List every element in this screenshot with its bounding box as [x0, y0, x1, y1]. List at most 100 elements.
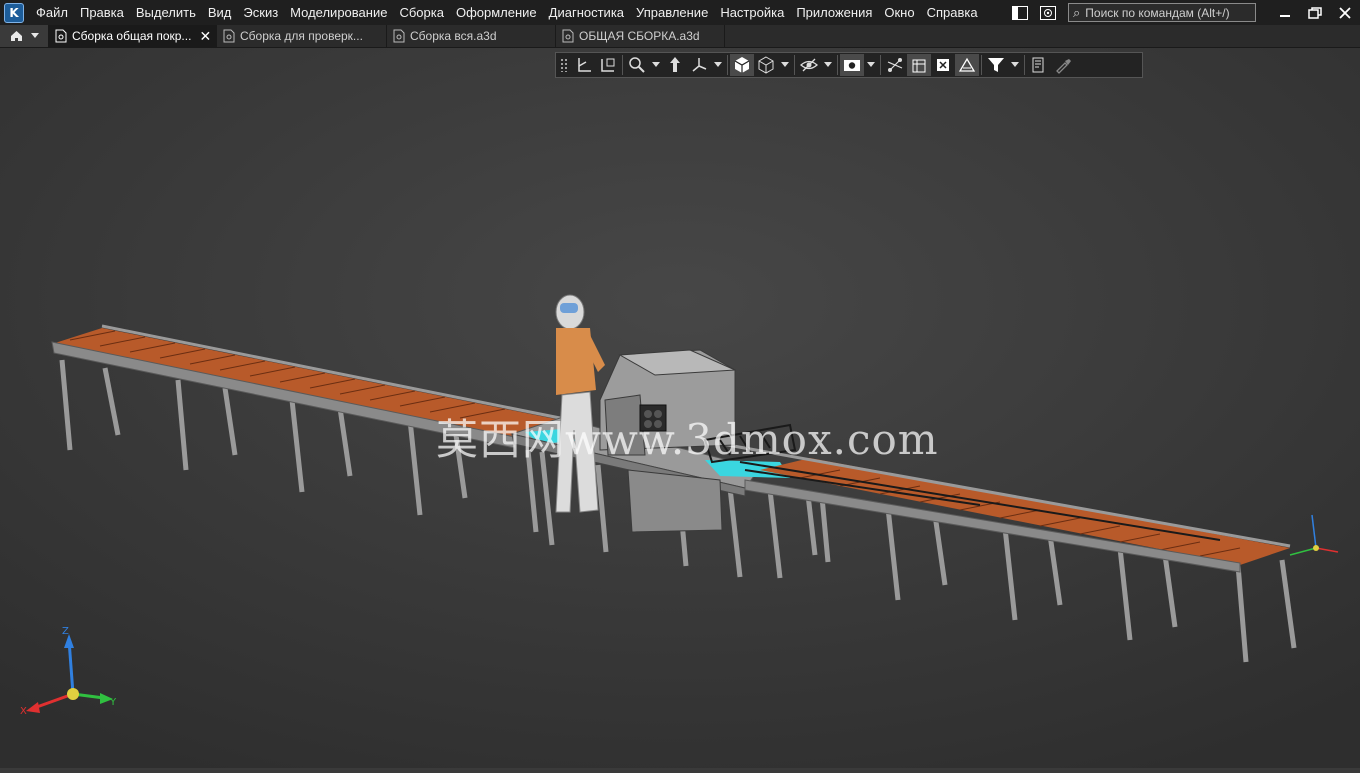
wireframe-display-button[interactable]: [754, 54, 778, 76]
component-filter-button[interactable]: [907, 54, 931, 76]
tab-label: Сборка вся.a3d: [410, 29, 497, 43]
surface-icon: [958, 57, 976, 72]
minimize-icon: [1280, 14, 1290, 17]
tab-document-4[interactable]: ОБЩАЯ СБОРКА.a3d: [556, 25, 725, 47]
surface-filter-button[interactable]: [955, 54, 979, 76]
tab-close-icon[interactable]: ✕: [199, 28, 211, 45]
home-tab[interactable]: [0, 25, 49, 47]
menu-bar: K Файл Правка Выделить Вид Эскиз Моделир…: [0, 0, 1360, 25]
tab-document-2[interactable]: Сборка для проверк...: [217, 25, 387, 47]
chevron-down-icon: [1011, 62, 1019, 67]
eyedropper-icon: [1056, 59, 1071, 74]
menu-diagnostics[interactable]: Диагностика: [543, 0, 630, 25]
zoom-icon: [629, 57, 645, 73]
document-icon: [223, 29, 235, 43]
wireframe-cube-icon: [758, 56, 774, 74]
menu-window[interactable]: Окно: [878, 0, 920, 25]
chevron-down-icon[interactable]: [30, 33, 39, 39]
document-icon: [393, 29, 405, 43]
minimize-button[interactable]: [1270, 0, 1300, 25]
visibility-dropdown[interactable]: [821, 54, 835, 76]
axis-y-label: Y: [109, 697, 117, 708]
pan-button[interactable]: [663, 54, 687, 76]
menu-assembly[interactable]: Сборка: [393, 0, 450, 25]
menu-view[interactable]: Вид: [202, 0, 238, 25]
orientation-dropdown[interactable]: [711, 54, 725, 76]
menu-help[interactable]: Справка: [921, 0, 984, 25]
menu-items: Файл Правка Выделить Вид Эскиз Моделиров…: [30, 0, 984, 25]
3d-viewport[interactable]: Z X Y 莫西网www.3dmox.com: [0, 48, 1360, 768]
axis-x-label: X: [20, 706, 27, 717]
menu-design[interactable]: Оформление: [450, 0, 543, 25]
tab-label: Сборка общая покр...: [72, 29, 192, 43]
menu-sketch[interactable]: Эскиз: [237, 0, 284, 25]
hide-show-button[interactable]: [797, 54, 821, 76]
tab-document-1[interactable]: Сборка общая покр... ✕: [49, 25, 217, 47]
normal-to-button[interactable]: [596, 54, 620, 76]
shaded-display-button[interactable]: [730, 54, 754, 76]
camera-dropdown[interactable]: [864, 54, 878, 76]
chevron-down-icon: [714, 62, 722, 67]
filter-icon: [988, 58, 1004, 72]
shaded-cube-icon: [734, 57, 750, 73]
home-icon: [10, 31, 22, 41]
tab-label: Сборка для проверк...: [240, 29, 363, 43]
toolbar-grip-icon[interactable]: [560, 58, 568, 72]
filter-dropdown[interactable]: [1008, 54, 1022, 76]
command-search-input[interactable]: ⌕ Поиск по командам (Alt+/): [1068, 3, 1256, 22]
toolbar-separator: [727, 55, 728, 75]
menu-settings[interactable]: Настройка: [714, 0, 790, 25]
measure-icon: [1032, 57, 1044, 73]
body-filter-button[interactable]: [931, 54, 955, 76]
toolbar-separator: [880, 55, 881, 75]
zoom-dropdown[interactable]: [649, 54, 663, 76]
menu-management[interactable]: Управление: [630, 0, 714, 25]
section-icon: [887, 58, 903, 72]
chevron-down-icon: [652, 62, 660, 67]
orientation-icon: [692, 58, 707, 72]
app-logo-icon[interactable]: K: [4, 2, 24, 23]
document-tab-bar: Сборка общая покр... ✕ Сборка для провер…: [0, 25, 1360, 48]
close-icon: [1339, 6, 1351, 19]
orientation-button[interactable]: [687, 54, 711, 76]
toolbar-separator: [1024, 55, 1025, 75]
tab-label: ОБЩАЯ СБОРКА.a3d: [579, 29, 700, 43]
search-icon: ⌕: [1073, 4, 1081, 20]
viewport-toolbar: [555, 52, 1143, 78]
screenshot-icon[interactable]: [1039, 5, 1057, 21]
tab-document-3[interactable]: Сборка вся.a3d: [387, 25, 556, 47]
restore-button[interactable]: [1300, 0, 1330, 25]
rotate-view-button[interactable]: [572, 54, 596, 76]
restore-icon: [1308, 6, 1322, 19]
measure-button[interactable]: [1027, 54, 1051, 76]
menubar-right: ⌕ Поиск по командам (Alt+/): [1006, 0, 1360, 25]
eye-hidden-icon: [800, 58, 818, 72]
toolbar-separator: [622, 55, 623, 75]
selection-filter-button[interactable]: [984, 54, 1008, 76]
view-camera-button[interactable]: [840, 54, 864, 76]
panel-toggle-icon[interactable]: [1011, 5, 1029, 21]
section-button[interactable]: [883, 54, 907, 76]
pan-icon: [670, 57, 680, 72]
menu-modeling[interactable]: Моделирование: [284, 0, 393, 25]
display-mode-dropdown[interactable]: [778, 54, 792, 76]
menu-applications[interactable]: Приложения: [790, 0, 878, 25]
axes-view-icon: [578, 58, 591, 72]
zoom-button[interactable]: [625, 54, 649, 76]
toolbar-separator: [837, 55, 838, 75]
close-window-button[interactable]: [1330, 0, 1360, 25]
menu-select[interactable]: Выделить: [130, 0, 202, 25]
chevron-down-icon: [867, 62, 875, 67]
axis-z-label: Z: [62, 626, 69, 637]
component-icon: [912, 59, 926, 73]
normal-view-icon: [601, 58, 615, 72]
menu-edit[interactable]: Правка: [74, 0, 130, 25]
document-icon: [562, 29, 574, 43]
body-icon: [937, 59, 949, 71]
document-icon: [55, 29, 67, 43]
chevron-down-icon: [824, 62, 832, 67]
chevron-down-icon: [781, 62, 789, 67]
camera-eye-icon: [844, 60, 860, 71]
menu-file[interactable]: Файл: [30, 0, 74, 25]
eyedropper-button[interactable]: [1051, 54, 1075, 76]
